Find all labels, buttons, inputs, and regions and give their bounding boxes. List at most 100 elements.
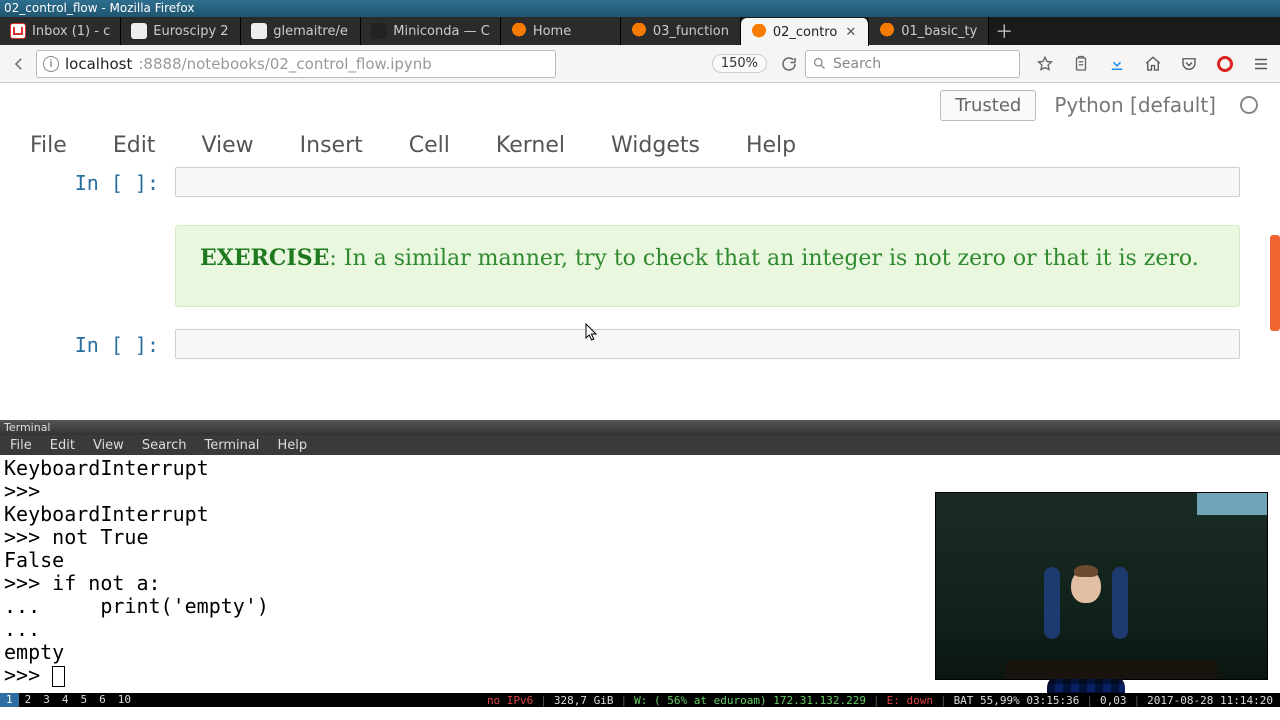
tab-home[interactable]: Home — [501, 17, 621, 45]
term-menu-view[interactable]: View — [93, 438, 124, 453]
zoom-indicator[interactable]: 150% — [712, 54, 767, 73]
back-button[interactable] — [8, 53, 30, 75]
term-line: ... print('empty') — [4, 594, 269, 618]
menu-view[interactable]: View — [201, 133, 253, 158]
code-cell[interactable]: In [ ]: — [40, 329, 1240, 359]
jupyter-icon — [511, 23, 527, 39]
workspace-button[interactable]: 10 — [112, 693, 137, 707]
term-line: KeyboardInterrupt — [4, 502, 209, 526]
term-line: ... — [4, 617, 52, 641]
tab-03-functions[interactable]: 03_function — [621, 17, 741, 45]
toolbar-right — [1034, 53, 1272, 75]
term-menu-help[interactable]: Help — [277, 438, 307, 453]
workspace-button[interactable]: 3 — [37, 693, 56, 707]
jupyter-header: Trusted Python [default] — [0, 83, 1280, 127]
close-tab-icon[interactable]: ✕ — [843, 25, 858, 40]
github-icon — [131, 23, 147, 39]
new-tab-button[interactable]: ＋ — [989, 17, 1019, 45]
kernel-name[interactable]: Python [default] — [1054, 93, 1216, 117]
home-icon[interactable] — [1142, 53, 1164, 75]
exercise-box: EXERCISE: In a similar manner, try to ch… — [175, 225, 1240, 307]
browser-tabstrip: Inbox (1) - c Euroscipy 2 glemaitre/e Mi… — [0, 17, 1280, 45]
tab-01-basic-types[interactable]: 01_basic_ty — [869, 17, 989, 45]
cell-prompt-empty — [40, 225, 175, 307]
tab-label: 03_function — [653, 24, 730, 39]
terminal-icon — [371, 23, 387, 39]
term-line: >>> — [4, 479, 52, 503]
menu-help[interactable]: Help — [746, 133, 796, 158]
menu-insert[interactable]: Insert — [300, 133, 363, 158]
pocket-icon[interactable] — [1178, 53, 1200, 75]
cell-input[interactable] — [175, 167, 1240, 197]
terminal-cursor — [52, 666, 65, 687]
search-bar[interactable]: Search — [805, 50, 1020, 78]
tab-miniconda[interactable]: Miniconda — C — [361, 17, 501, 45]
workspace-button[interactable]: 2 — [19, 693, 38, 707]
workspace-button[interactable]: 4 — [56, 693, 75, 707]
jupyter-icon — [751, 24, 767, 40]
site-info-icon[interactable]: i — [43, 56, 59, 72]
downloads-icon[interactable] — [1106, 53, 1128, 75]
terminal-body[interactable]: KeyboardInterrupt >>> KeyboardInterrupt … — [0, 455, 1280, 693]
i3-statusbar: 1 2 3 4 5 6 10 no IPv6| 328,7 GiB| W: ( … — [0, 693, 1280, 707]
terminal-title: Terminal — [0, 420, 1280, 435]
term-line: False — [4, 548, 64, 572]
menu-icon[interactable] — [1250, 53, 1272, 75]
exercise-text: : In a similar manner, try to check that… — [329, 246, 1198, 271]
url-path: :8888/notebooks/02_control_flow.ipynb — [138, 55, 431, 73]
menu-widgets[interactable]: Widgets — [611, 133, 700, 158]
clipboard-icon[interactable] — [1070, 53, 1092, 75]
status-wifi: W: ( 56% at eduroam) 172.31.132.229 — [631, 694, 869, 707]
status-eth: E: down — [884, 694, 936, 707]
tab-euroscipy[interactable]: Euroscipy 2 — [121, 17, 241, 45]
term-menu-file[interactable]: File — [10, 438, 32, 453]
term-menu-edit[interactable]: Edit — [50, 438, 75, 453]
term-menu-terminal[interactable]: Terminal — [204, 438, 259, 453]
code-cell[interactable]: In [ ]: — [40, 167, 1240, 197]
markdown-cell[interactable]: EXERCISE: In a similar manner, try to ch… — [40, 225, 1240, 307]
workspace-button[interactable]: 5 — [75, 693, 94, 707]
gmail-icon — [10, 23, 26, 39]
menu-kernel[interactable]: Kernel — [496, 133, 565, 158]
url-bar[interactable]: i localhost :8888/notebooks/02_control_fl… — [36, 50, 556, 78]
reload-button[interactable] — [779, 54, 799, 74]
tab-label: 02_contro — [773, 25, 838, 40]
github-icon — [251, 23, 267, 39]
cell-prompt: In [ ]: — [40, 167, 175, 197]
bookmark-star-icon[interactable] — [1034, 53, 1056, 75]
status-battery: BAT 55,99% 03:15:36 — [951, 694, 1083, 707]
tab-glemaitre[interactable]: glemaitre/e — [241, 17, 361, 45]
browser-toolbar: i localhost :8888/notebooks/02_control_fl… — [0, 45, 1280, 83]
tab-label: Home — [533, 24, 610, 39]
tab-02-control-flow[interactable]: 02_contro ✕ — [741, 18, 869, 46]
tab-label: Euroscipy 2 — [153, 24, 230, 39]
menu-cell[interactable]: Cell — [409, 133, 450, 158]
cell-input[interactable] — [175, 329, 1240, 359]
jupyter-notebook: Trusted Python [default] File Edit View … — [0, 83, 1280, 420]
term-menu-search[interactable]: Search — [142, 438, 187, 453]
jupyter-icon — [631, 23, 647, 39]
cell-prompt: In [ ]: — [40, 329, 175, 359]
term-line: >>> not True — [4, 525, 149, 549]
workspace-button[interactable]: 6 — [93, 693, 112, 707]
url-host: localhost — [65, 55, 132, 73]
menu-edit[interactable]: Edit — [113, 133, 156, 158]
term-line: KeyboardInterrupt — [4, 456, 209, 480]
kernel-status-icon[interactable] — [1240, 96, 1258, 114]
workspace-button[interactable]: 1 — [0, 693, 19, 707]
term-line: >>> — [4, 663, 52, 687]
scroll-indicator[interactable] — [1270, 235, 1280, 331]
status-load: 0,03 — [1097, 694, 1130, 707]
term-line: >>> if not a: — [4, 571, 161, 595]
jupyter-menu: File Edit View Insert Cell Kernel Widget… — [0, 127, 1280, 163]
exercise-label: EXERCISE — [200, 245, 329, 271]
menu-file[interactable]: File — [30, 133, 67, 158]
status-disk: 328,7 GiB — [551, 694, 617, 707]
opera-icon[interactable] — [1214, 53, 1236, 75]
tab-label: 01_basic_ty — [901, 24, 978, 39]
trusted-badge[interactable]: Trusted — [940, 90, 1036, 121]
status-datetime: 2017-08-28 11:14:20 — [1144, 694, 1276, 707]
webcam-overlay — [936, 493, 1267, 679]
tab-inbox[interactable]: Inbox (1) - c — [0, 17, 121, 45]
status-right: no IPv6| 328,7 GiB| W: ( 56% at eduroam)… — [484, 694, 1280, 707]
